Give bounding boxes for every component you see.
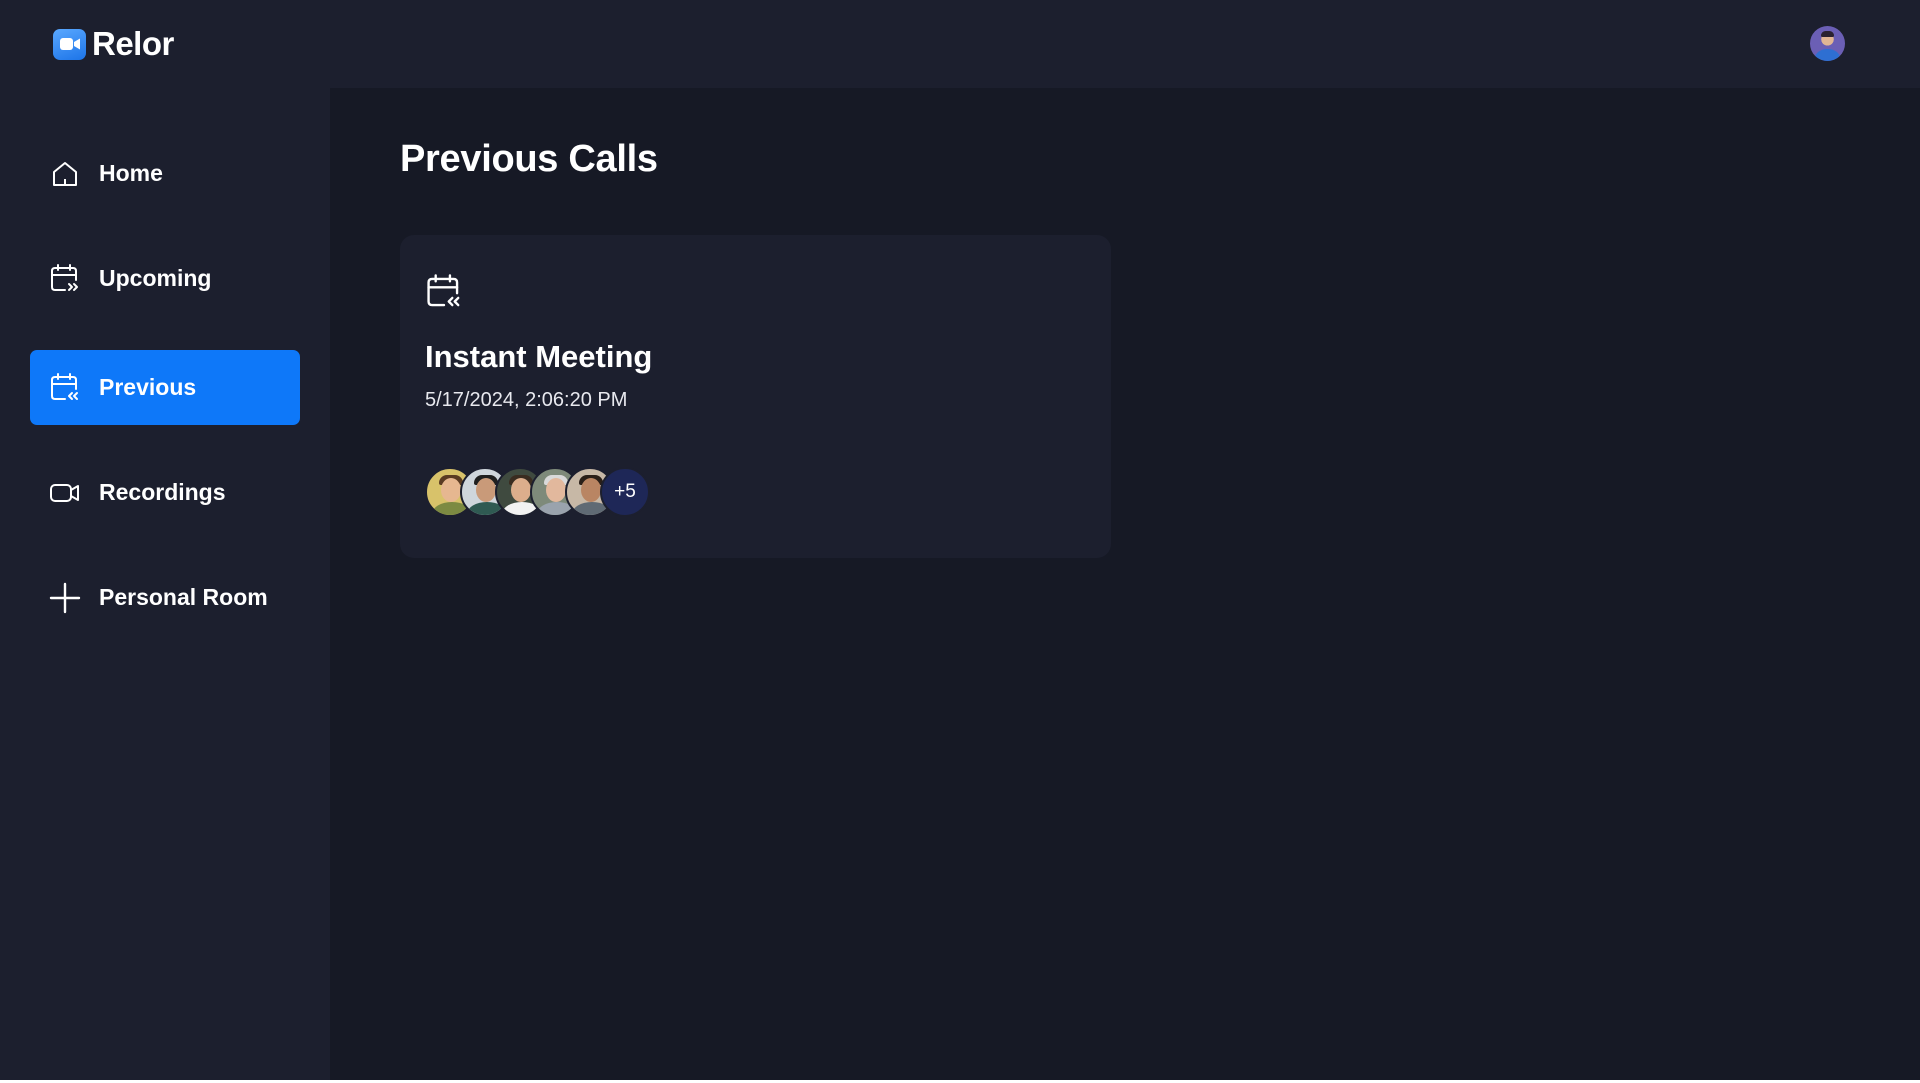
sidebar-item-label: Upcoming bbox=[99, 265, 212, 291]
home-icon bbox=[49, 158, 81, 190]
more-attendees-badge: +5 bbox=[600, 467, 650, 517]
video-icon bbox=[49, 477, 81, 509]
sidebar-item-label: Personal Room bbox=[99, 584, 268, 610]
app-window: Relor Home Upcoming Previous Recordings … bbox=[0, 0, 1920, 1080]
calendar-back-icon bbox=[49, 372, 81, 404]
meeting-date: 5/17/2024, 2:06:20 PM bbox=[425, 389, 628, 411]
meeting-card[interactable]: Instant Meeting 5/17/2024, 2:06:20 PM +5 bbox=[400, 235, 1111, 558]
page-title: Previous Calls bbox=[400, 138, 658, 180]
calendar-back-icon bbox=[425, 273, 463, 311]
app-name: Relor bbox=[92, 25, 174, 62]
logo[interactable]: Relor bbox=[53, 24, 174, 64]
plus-icon bbox=[49, 582, 81, 614]
top-bar: Relor bbox=[0, 0, 1920, 88]
sidebar-item-label: Home bbox=[99, 160, 163, 186]
sidebar-item-upcoming[interactable]: Upcoming bbox=[30, 241, 300, 316]
meeting-title: Instant Meeting bbox=[425, 339, 653, 374]
sidebar-item-recordings[interactable]: Recordings bbox=[30, 455, 300, 530]
user-avatar[interactable] bbox=[1810, 26, 1845, 61]
video-logo-icon bbox=[53, 28, 86, 60]
sidebar-item-personal-room[interactable]: Personal Room bbox=[30, 560, 300, 635]
sidebar: Home Upcoming Previous Recordings Person… bbox=[0, 88, 330, 1080]
sidebar-item-home[interactable]: Home bbox=[30, 136, 300, 211]
calendar-forward-icon bbox=[49, 263, 81, 295]
sidebar-item-previous[interactable]: Previous bbox=[30, 350, 300, 425]
sidebar-item-label: Recordings bbox=[99, 479, 226, 505]
sidebar-item-label: Previous bbox=[99, 374, 197, 400]
